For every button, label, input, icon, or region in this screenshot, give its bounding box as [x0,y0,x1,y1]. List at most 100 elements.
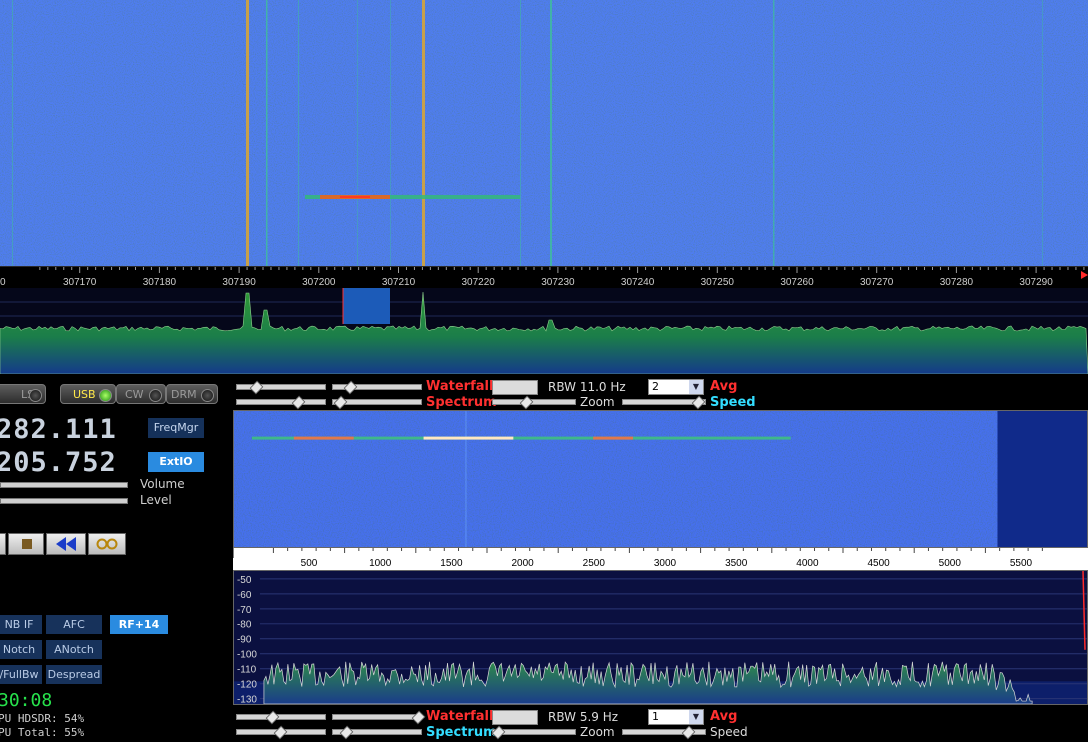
af-scale-label: 500 [301,558,318,569]
rf-spectrum-contrast-slider[interactable] [236,395,326,410]
af-waterfall[interactable] [233,410,1088,548]
af-avg-select[interactable]: 1 ▼ [648,709,704,725]
rf-scale-label: 307280 [940,277,974,288]
af-spectrum-contrast-slider[interactable] [236,725,326,740]
anotch-button[interactable]: ANotch [46,640,102,659]
af-waterfall-label: Waterfall [426,709,494,724]
mode-lsb-button[interactable]: LSB [0,384,46,404]
mode-drm-button[interactable]: DRM [166,384,218,404]
rf-scale-label: 307170 [63,277,97,288]
rf-scale-label: 307290 [1019,277,1053,288]
rf-speed-slider[interactable] [622,395,706,410]
af-db-label: -110 [237,665,257,676]
af-scale-label: 1500 [440,558,463,569]
rf-spectrum[interactable] [0,288,1088,374]
loop-button[interactable] [88,533,126,555]
rf-spectrum-label: Spectrum [426,395,497,410]
waterfall-carrier [422,0,425,266]
af-waterfall-contrast-slider[interactable] [236,710,326,725]
af-rbw-label: RBW 5.9 Hz [548,710,619,724]
volume-label: Volume [140,477,185,491]
af-db-label: -60 [237,590,252,601]
record-button[interactable] [0,533,6,555]
rf-zoom-label: Zoom [580,395,615,409]
rf-scale-label: 307270 [860,277,894,288]
af-scale-label: 5000 [939,558,962,569]
extio-button[interactable]: ExtIO [148,452,204,472]
rewind-icon [56,537,76,551]
stop-icon [22,539,32,549]
despread-button[interactable]: Despread [46,665,102,684]
rf-display-controls: Waterfall Spectrum RBW 11.0 Hz 2 ▼ Avg Zo… [236,378,1088,412]
nb-if-button[interactable]: NB IF [0,615,42,634]
rf-zoom-slider[interactable] [492,395,576,410]
af-scale-label: 1000 [369,558,392,569]
stop-button[interactable] [8,533,44,555]
mode-selector: LSB USB CW DRM [0,384,232,406]
freqmgr-button[interactable]: FreqMgr [148,418,204,438]
loop-icon [96,538,118,550]
af-waterfall-spin[interactable] [492,710,538,725]
rf-scale-label: 307230 [541,277,575,288]
clock-display: 30:08 [0,690,53,711]
af-db-label: -90 [237,635,252,646]
rf-scale-label: 307240 [621,277,655,288]
level-slider[interactable] [0,498,128,504]
af-scale-label: 4000 [796,558,819,569]
af-db-label: -100 [237,650,257,661]
rf-waterfall[interactable] [0,0,1088,266]
af-waterfall-brightness-slider[interactable] [332,710,426,725]
volume-slider[interactable] [0,482,128,488]
rf-scale-label: 307220 [462,277,496,288]
af-scale-label: 3500 [725,558,748,569]
mode-cw-button[interactable]: CW [116,384,166,404]
af-db-label: -70 [237,605,252,616]
af-spectrum-label: Spectrum [426,725,497,740]
rf-rbw-label: RBW 11.0 Hz [548,380,626,394]
af-db-label: -50 [237,575,252,586]
rf-avg-label: Avg [710,379,738,394]
af-spectrum[interactable]: -50 -60 -70 -80 -90 -100 -110 -120 -130 [233,570,1088,705]
afc-button[interactable]: AFC [46,615,102,634]
af-speed-slider[interactable] [622,725,706,740]
filter-passband[interactable] [343,288,390,324]
af-scale-label: 2000 [511,558,534,569]
rf-scale-label: 307210 [382,277,416,288]
rf-scale-label: 307190 [222,277,256,288]
notch-button[interactable]: Notch [0,640,42,659]
rewind-button[interactable] [46,533,86,555]
cpu-hdsdr-readout: PU HDSDR: 54% [0,712,85,725]
tune-frequency-display[interactable]: 205.752 [0,447,117,478]
rf-waterfall-label: Waterfall [426,379,494,394]
rf-scale-label: 307200 [302,277,336,288]
af-display-controls: Waterfall Spectrum RBW 5.9 Hz 1 ▼ Avg Zoo… [236,708,1088,742]
af-db-label: -80 [237,620,252,631]
rf-speed-label: Speed [710,395,756,410]
af-scale-label: 3000 [654,558,677,569]
af-zoom-slider[interactable] [491,725,576,740]
fullbw-button[interactable]: /FullBw [0,665,42,684]
af-scale-label: 2500 [583,558,606,569]
rf-scale-label: 307250 [701,277,735,288]
af-zoom-label: Zoom [580,725,615,739]
rf-avg-select[interactable]: 2 ▼ [648,379,704,395]
rf-scale-label: 60 [0,277,6,288]
mode-usb-button[interactable]: USB [60,384,116,404]
af-spectrum-brightness-slider[interactable] [332,725,422,740]
af-db-label: -130 [237,695,257,705]
af-db-label: -120 [237,680,257,691]
rf-spectrum-brightness-slider[interactable] [332,395,422,410]
rf-gain-button[interactable]: RF+14 [110,615,168,634]
lo-frequency-display[interactable]: 282.111 [0,414,117,445]
rf-scale-label: 307180 [143,277,177,288]
rf-waterfall-contrast-slider[interactable] [236,380,326,395]
af-avg-label: Avg [710,709,738,724]
waterfall-carrier [246,0,249,266]
af-scale-label: 5500 [1010,558,1033,569]
rf-waterfall-brightness-slider[interactable] [332,380,422,395]
cpu-total-readout: PU Total: 55% [0,726,85,739]
af-speed-label: Speed [710,725,748,739]
af-frequency-scale[interactable]: 500 1000 1500 2000 2500 3000 3500 4000 4500 5000 5… [233,548,1088,570]
rf-frequency-scale[interactable]: 60 307170 307180 307190 307200 307210 307220 30… [0,266,1088,289]
rf-waterfall-spin[interactable] [492,380,538,395]
